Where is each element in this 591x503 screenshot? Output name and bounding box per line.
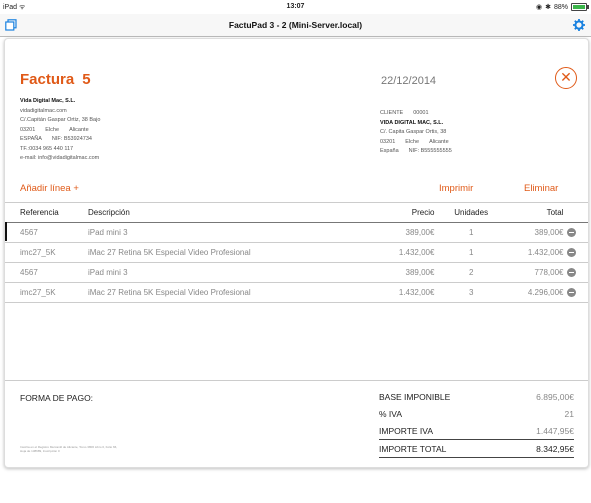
header-total: Total (501, 202, 568, 223)
company-phone: TF.:0034 965 440 117 (20, 145, 74, 152)
payment-method-label[interactable]: FORMA DE PAGO: (20, 393, 93, 403)
client-zip: 03201 (380, 138, 396, 145)
row-total: 1.432,00€ (501, 242, 568, 263)
status-bar: iPad ᯤ 13:07 ◉ ✱ 88% (0, 0, 591, 14)
company-province: Alicante (69, 126, 89, 133)
iva-row[interactable]: % IVA 21 (379, 405, 574, 422)
nav-bar: FactuPad 3 - 2 (Mini-Server.local) (0, 14, 591, 37)
delete-button[interactable]: Eliminar (524, 183, 558, 194)
importe-iva-label: IMPORTE IVA (379, 425, 434, 436)
base-row: BASE IMPONIBLE 6.895,00€ (379, 388, 574, 405)
company-nif: NIF: B53924734 (51, 136, 92, 142)
company-zip: 03201 (20, 126, 36, 133)
row-reference: imc27_5K (5, 242, 88, 263)
company-email: e-mail: info@vidadigitalmac.com (20, 155, 100, 161)
client-province: Alicante (429, 138, 449, 145)
row-units: 3 (440, 282, 502, 303)
row-total: 389,00€ (501, 222, 568, 243)
company-name: Vida Digital Mac, S.L. (20, 98, 76, 104)
header-units: Unidades (440, 202, 502, 223)
iva-value: 21 (564, 408, 574, 419)
invoice-number[interactable]: 5 (82, 71, 90, 88)
header-description: Descripción (87, 202, 363, 223)
base-value: 6.895,00€ (536, 391, 574, 402)
invoice-label: Factura (20, 71, 75, 88)
invoice-sheet: Factura 5 22/12/2014 ✕ Vida Digital Mac, … (4, 38, 589, 468)
selected-row-marker (5, 222, 7, 241)
company-country: ESPAÑA (20, 136, 42, 142)
battery-icon (571, 3, 589, 11)
bluetooth-icon: ✱ (545, 4, 551, 11)
client-label: CLIENTE (380, 110, 404, 116)
table-row[interactable]: imc27_5K iMac 27 Retina 5K Especial Vide… (5, 242, 588, 263)
row-units: 1 (440, 242, 502, 263)
iva-label: % IVA (379, 408, 402, 419)
close-icon: ✕ (560, 69, 572, 85)
lock-rotation-icon: ◉ (536, 4, 543, 11)
status-time: 13:07 (286, 3, 305, 10)
client-city-row: 03201 Elche Alicante (380, 138, 452, 148)
company-city: Elche (45, 126, 60, 133)
nav-title: FactuPad 3 - 2 (Mini-Server.local) (228, 20, 363, 30)
company-city-row: 03201 Elche Alicante (20, 126, 100, 136)
row-reference: imc27_5K (5, 282, 88, 303)
client-nif: NIF: B555555555 (408, 148, 452, 154)
table-header-row: Referencia Descripción Precio Unidades T… (5, 202, 588, 223)
totals-panel: BASE IMPONIBLE 6.895,00€ % IVA 21 IMPORTE … (379, 388, 574, 458)
total-value: 8.342,95€ (536, 443, 574, 454)
row-units: 1 (440, 222, 502, 243)
client-id: 00001 (413, 110, 429, 116)
table-row[interactable]: imc27_5K iMac 27 Retina 5K Especial Vide… (5, 282, 588, 303)
row-price: 1.432,00€ (362, 282, 441, 303)
invoice-title: Factura 5 (20, 71, 91, 88)
row-description: iMac 27 Retina 5K Especial Video Profesi… (87, 242, 363, 263)
client-country-row: España NIF: B555555555 (380, 147, 452, 157)
row-description: iPad mini 3 (87, 262, 363, 283)
invoice-date[interactable]: 22/12/2014 (381, 75, 436, 87)
client-street: C/. Capita Gaspar Ortis, 38 (380, 129, 447, 135)
client-info[interactable]: CLIENTE 00001 VIDA DIGITAL MAC, S.L. C/. … (380, 109, 452, 157)
header-price: Precio (362, 202, 441, 223)
client-name: VIDA DIGITAL MAC, S.L. (380, 119, 444, 126)
battery-percent: 88% (553, 3, 568, 11)
row-price: 1.432,00€ (362, 242, 441, 263)
company-street: C/.Capitán Gaspar Ortiz, 38 Bajo (20, 117, 101, 123)
table-row[interactable]: 4567 iPad mini 3 389,00€ 2 778,00€ (5, 262, 588, 283)
gear-icon[interactable] (573, 19, 585, 31)
company-info: Vida Digital Mac, S.L. vidadigitalmac.co… (20, 97, 100, 164)
grand-total-row: IMPORTE TOTAL 8.342,95€ (379, 439, 574, 458)
print-button[interactable]: Imprimir (439, 183, 473, 194)
company-country-row: ESPAÑA NIF: B53924734 (20, 135, 100, 145)
client-id-row: CLIENTE 00001 (380, 109, 452, 119)
row-description: iPad mini 3 (87, 222, 363, 243)
invoice-lines-table: Referencia Descripción Precio Unidades T… (5, 202, 588, 303)
row-reference: 4567 (5, 222, 88, 243)
delete-row-icon[interactable] (567, 288, 577, 298)
row-reference: 4567 (5, 262, 88, 283)
total-label: IMPORTE TOTAL (379, 443, 447, 454)
row-units: 2 (440, 262, 502, 283)
client-country: España (380, 148, 399, 154)
legal-text: Inscrita en el Registro Mercantil de Ali… (20, 445, 118, 453)
importe-iva-row: IMPORTE IVA 1.447,95€ (379, 422, 574, 439)
row-price: 389,00€ (362, 262, 441, 283)
row-total: 4.296,00€ (501, 282, 568, 303)
add-line-button[interactable]: Añadir línea + (20, 183, 79, 194)
delete-row-icon[interactable] (567, 248, 577, 258)
table-row[interactable]: 4567 iPad mini 3 389,00€ 1 389,00€ (5, 222, 588, 243)
client-city: Elche (405, 138, 420, 145)
company-web: vidadigitalmac.com (20, 107, 67, 114)
close-button[interactable]: ✕ (555, 67, 577, 89)
row-total: 778,00€ (501, 262, 568, 283)
row-price: 389,00€ (362, 222, 441, 243)
status-right: ◉ ✱ 88% (536, 3, 589, 11)
base-label: BASE IMPONIBLE (379, 391, 451, 402)
row-description: iMac 27 Retina 5K Especial Video Profesi… (87, 282, 363, 303)
importe-iva-value: 1.447,95€ (536, 425, 574, 436)
delete-row-icon[interactable] (567, 228, 577, 238)
header-reference: Referencia (5, 202, 88, 223)
delete-row-icon[interactable] (567, 268, 577, 278)
invoice-footer: FORMA DE PAGO: Inscrita en el Registro M… (5, 380, 588, 468)
